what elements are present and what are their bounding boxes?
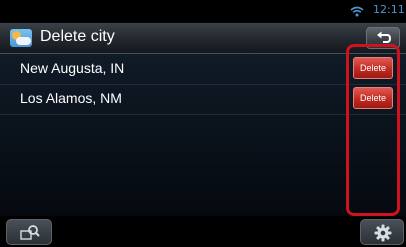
city-name: New Augusta, IN [20, 60, 125, 76]
status-bar: 12:11 [0, 0, 406, 22]
search-icon [20, 225, 40, 240]
header: Delete city [0, 23, 406, 54]
page-title: Delete city [40, 28, 115, 45]
back-arrow-icon [377, 31, 392, 43]
highlight-box [346, 44, 400, 216]
settings-button[interactable] [360, 219, 404, 245]
city-name: Los Alamos, NM [20, 90, 122, 106]
gear-icon [374, 224, 392, 242]
weather-icon [10, 29, 32, 47]
wifi-icon [350, 6, 364, 17]
search-button[interactable] [6, 219, 52, 245]
bottom-bar [0, 216, 406, 247]
screen: 12:11 Delete city New Augusta, IN Delete… [0, 0, 406, 247]
status-clock: 12:11 [373, 3, 405, 16]
